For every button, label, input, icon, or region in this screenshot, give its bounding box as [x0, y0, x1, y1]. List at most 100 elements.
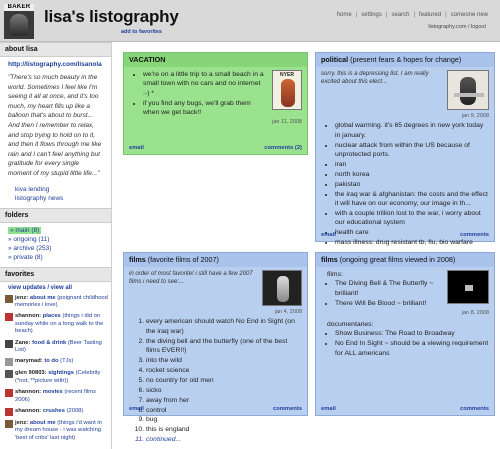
folder-ongoing-count: (11): [38, 235, 50, 243]
film-item: no country for old men: [146, 376, 302, 385]
film-item: the diving bell and the butterfly (one o…: [146, 337, 302, 356]
political-title: political (present fears & hopes for cha…: [316, 53, 494, 67]
favorite-list-link[interactable]: food & drink: [32, 340, 66, 346]
continued-link[interactable]: continued...: [146, 435, 302, 444]
folder-private[interactable]: » private (8): [8, 253, 111, 262]
favorite-user-icon: [5, 339, 13, 348]
films-2008-heading-b: documentaries:: [327, 321, 374, 329]
favorite-user-icon: [5, 370, 13, 379]
films-2007-date: jan 4, 2008: [274, 309, 302, 315]
folder-ongoing[interactable]: » ongoing (11): [8, 235, 111, 244]
favorite-user-icon: [5, 294, 13, 303]
favorite-item[interactable]: glen 90803: sightings (Celebrity (*not, …: [0, 368, 111, 387]
nav-home[interactable]: home: [337, 12, 352, 18]
folder-ongoing-label[interactable]: » ongoing: [8, 236, 37, 243]
films-2007-email-link[interactable]: email: [129, 406, 144, 412]
political-email-link[interactable]: email: [321, 232, 336, 238]
films-2008-email-link[interactable]: email: [321, 406, 336, 412]
favorite-user-icon: [5, 408, 13, 416]
vacation-date: jan 11, 2008: [272, 119, 302, 126]
favorite-list-link[interactable]: places: [43, 313, 61, 319]
vacation-email-link[interactable]: email: [129, 145, 144, 151]
films-2007-title: films (favorite films of 2007): [124, 253, 307, 267]
film-item: away from her: [146, 396, 302, 405]
folder-archive[interactable]: » archive (253): [8, 244, 111, 253]
folders-heading: folders: [0, 207, 111, 223]
favorite-list-link[interactable]: to do: [44, 358, 58, 364]
favorites-view-toggle[interactable]: view updates / view all: [8, 285, 72, 291]
favorite-text: jenz: about me (poignant childhood memor…: [15, 295, 109, 310]
header: BAKER lisa's listography add to favorite…: [0, 0, 500, 42]
favorite-item[interactable]: marymad: to do (TJs): [0, 356, 111, 368]
favorite-item[interactable]: shannon: places (things i did on sunday …: [0, 311, 111, 337]
film-item: every american should watch No End in Si…: [146, 317, 302, 336]
favorite-item[interactable]: jenz: about me (things i'd want in my dr…: [0, 418, 111, 444]
favorite-text: shannon: crushes (2008): [15, 408, 83, 416]
films-2007-list: every american should watch No End in Si…: [129, 317, 302, 444]
listography-news-link[interactable]: listography news: [15, 195, 63, 202]
avatar-tag: BAKER: [4, 4, 34, 11]
avatar-photo: [10, 14, 28, 36]
favorite-desc[interactable]: (things i'd want in my dream house - i w…: [15, 420, 102, 441]
favorite-list-link[interactable]: about me: [30, 420, 56, 426]
favorite-user: Zane:: [15, 339, 31, 346]
folder-private-label[interactable]: » private: [8, 254, 33, 261]
nav-search[interactable]: search: [391, 12, 409, 18]
political-photo: [447, 70, 489, 110]
film-item: rocket science: [146, 366, 302, 375]
folder-main-label[interactable]: » main: [10, 227, 30, 234]
favorite-item[interactable]: shannon: crushes (2008): [0, 406, 111, 418]
profile-url-link[interactable]: http://listography.com/lisanola: [8, 61, 102, 68]
folder-main-count: (8): [31, 226, 40, 234]
political-comments-link[interactable]: comments: [460, 232, 489, 238]
sidebar: about lisa http://listography.com/lisano…: [0, 42, 112, 449]
favorite-text: glen 90803: sightings (Celebrity (*not, …: [15, 370, 109, 385]
film-item: sicko: [146, 386, 302, 395]
films-2008-comments-link[interactable]: comments: [460, 406, 489, 412]
favorite-user: jenz:: [15, 420, 29, 426]
nav-someone-new[interactable]: someone new: [451, 12, 488, 18]
favorite-user: glen 90803:: [15, 370, 47, 377]
nav-featured[interactable]: featured: [419, 12, 441, 18]
about-quote: "There's so much beauty in the world. So…: [8, 74, 102, 177]
folder-list: » main (8) » ongoing (11) » archive (253…: [0, 223, 111, 267]
site-logout-link[interactable]: listography.com / logout: [428, 24, 486, 30]
documentary-item: No End In Sight ~ should be a viewing re…: [335, 339, 489, 358]
favorite-list-link[interactable]: movies: [43, 389, 63, 395]
favorite-item[interactable]: shannon: movies (recent films 2006): [0, 387, 111, 406]
favorite-desc[interactable]: (2008): [67, 408, 84, 414]
favorite-list-link[interactable]: about me: [30, 295, 56, 301]
nav-settings[interactable]: settings: [361, 12, 382, 18]
favorite-user-icon: [5, 313, 13, 322]
folder-main[interactable]: » main (8): [8, 226, 111, 235]
top-nav: home | settings | search | featured | someon…: [336, 12, 488, 18]
favorite-list-link[interactable]: crushes: [43, 408, 65, 414]
films-2007-photo: [262, 270, 302, 306]
favorite-item[interactable]: Zane: food & drink (Beer Tasting List): [0, 338, 111, 357]
favorite-user-icon: [5, 420, 13, 428]
political-item: north korea: [335, 170, 489, 179]
vacation-comments-link[interactable]: comments (2): [264, 145, 302, 151]
magazine-cover-image: NYER: [272, 70, 302, 110]
avatar[interactable]: BAKER: [4, 4, 34, 39]
folder-archive-label[interactable]: » archive: [8, 245, 34, 252]
kiva-lending-link[interactable]: kiva lending: [15, 186, 49, 193]
favorite-user: marymad:: [15, 358, 43, 365]
favorites-heading: favorites: [0, 266, 111, 282]
favorite-list-link[interactable]: sightings: [48, 370, 74, 376]
favorite-desc[interactable]: (TJs): [60, 358, 73, 364]
favorite-user: shannon:: [15, 313, 42, 320]
favorite-user-icon: [5, 389, 13, 398]
political-item: with a couple trillion lost to the war, …: [335, 209, 489, 228]
sidebar-links: kiva lending listography news: [0, 183, 111, 208]
favorite-text: marymad: to do (TJs): [15, 358, 73, 366]
favorite-user: jenz:: [15, 294, 29, 301]
add-to-favorites-link[interactable]: add to favorites: [121, 29, 162, 35]
folder-archive-count: (253): [36, 244, 52, 252]
favorite-item[interactable]: jenz: about me (poignant childhood memor…: [0, 293, 111, 312]
political-item: pakistan: [335, 180, 489, 189]
films-2007-comments-link[interactable]: comments: [273, 406, 302, 412]
favorite-text: shannon: places (things i did on sunday …: [15, 313, 109, 335]
documentary-item: Show Business: The Road to Broadway: [335, 329, 489, 338]
favorite-text: jenz: about me (things i'd want in my dr…: [15, 420, 109, 442]
